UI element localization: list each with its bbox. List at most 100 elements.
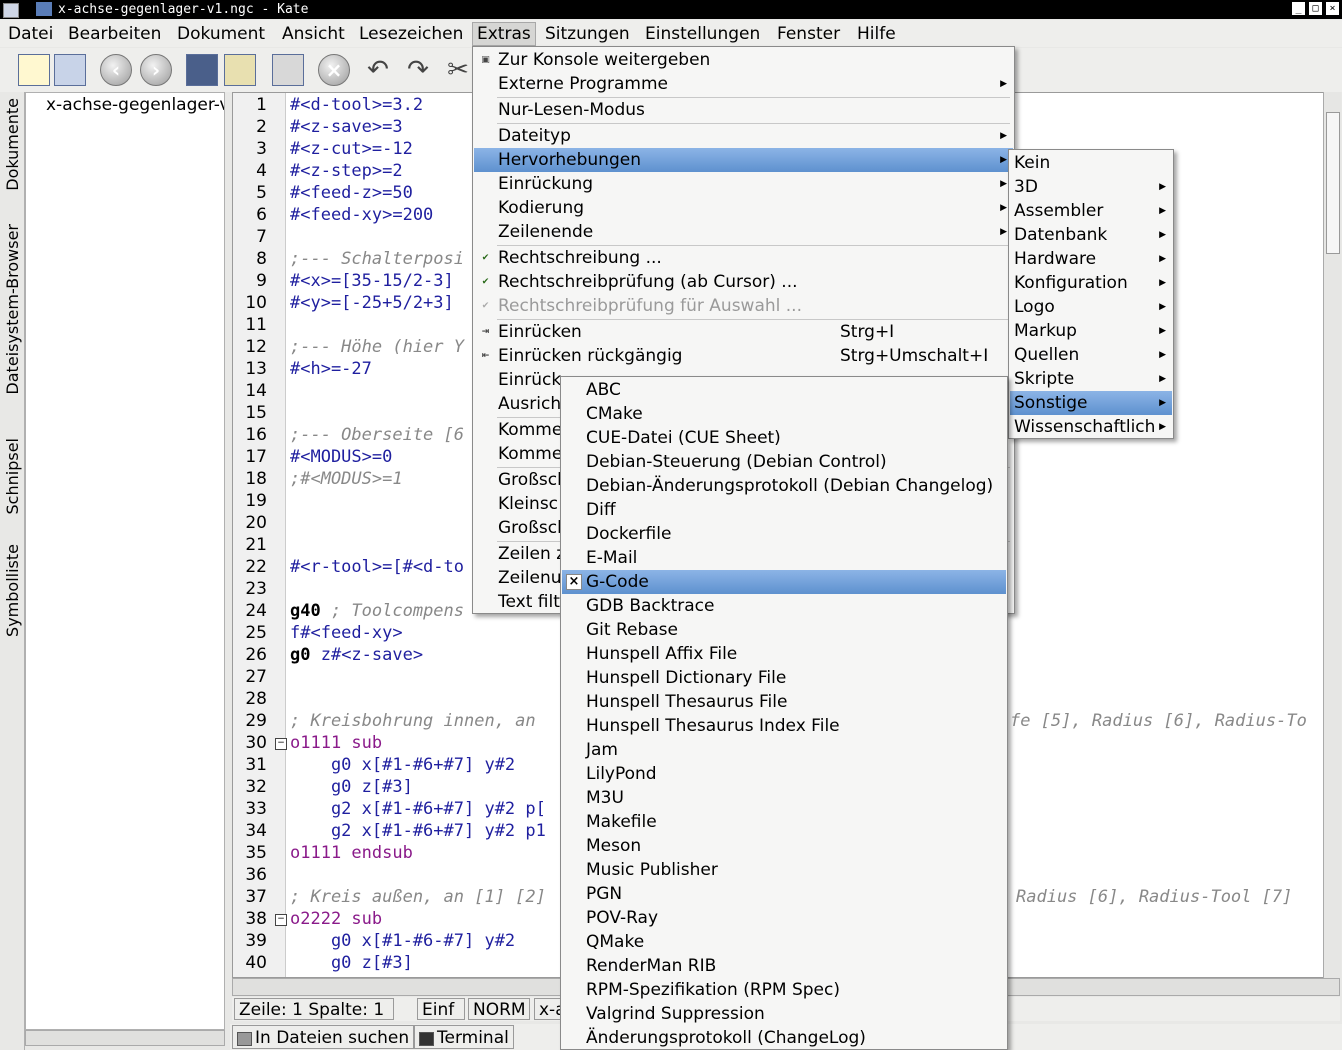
- menu-ansicht[interactable]: Ansicht: [278, 23, 349, 45]
- menu-item-einruecken-rueckgaengig[interactable]: ⇤ Einrücken rückgängig Strg+Umschalt+I: [474, 344, 1013, 368]
- menu-item-skripte[interactable]: Skripte ▶: [1010, 367, 1172, 391]
- menu-item-valgrind[interactable]: Valgrind Suppression: [562, 1002, 1006, 1026]
- menu-item-gdb-backtrace[interactable]: GDB Backtrace: [562, 594, 1006, 618]
- menu-item-sonstige[interactable]: Sonstige ▶: [1010, 391, 1172, 415]
- line-number-gutter: 1 2 3 4 5 6 7 8 9 10 11 12 13 14 15 16 1…: [233, 93, 287, 977]
- menu-sitzungen[interactable]: Sitzungen: [541, 23, 634, 45]
- menu-item-nur-lesen-modus[interactable]: Nur-Lesen-Modus: [474, 98, 1013, 122]
- menu-item-logo[interactable]: Logo ▶: [1010, 295, 1172, 319]
- menu-item-lilypond[interactable]: LilyPond: [562, 762, 1006, 786]
- menu-item-renderman-rib[interactable]: RenderMan RIB: [562, 954, 1006, 978]
- menu-item-rechtschreibung[interactable]: ✔ Rechtschreibung ...: [474, 246, 1013, 270]
- menu-item-music-publisher[interactable]: Music Publisher: [562, 858, 1006, 882]
- menu-item-jam[interactable]: Jam: [562, 738, 1006, 762]
- tab-dokumente[interactable]: Dokumente: [3, 98, 22, 191]
- scrollbar-thumb[interactable]: [1326, 112, 1340, 254]
- menu-item-qmake[interactable]: QMake: [562, 930, 1006, 954]
- menu-item-changelog[interactable]: Änderungsprotokoll (ChangeLog): [562, 1026, 1006, 1050]
- menu-item-cmake[interactable]: CMake: [562, 402, 1006, 426]
- code-line: g0 x[#1-#6-#7] y#2: [290, 931, 516, 951]
- title-bar: x-achse-gegenlager-v1.ngc - Kate _ □ ×: [0, 0, 1342, 19]
- print-icon[interactable]: [272, 54, 304, 86]
- menu-item-m3u[interactable]: M3U: [562, 786, 1006, 810]
- menu-item-kodierung[interactable]: Kodierung ▶: [474, 196, 1013, 220]
- back-arrow-icon[interactable]: ‹: [100, 54, 132, 86]
- tab-in-dateien-suchen[interactable]: In Dateien suchen: [232, 1025, 415, 1049]
- forward-arrow-icon[interactable]: ›: [140, 54, 172, 86]
- menu-item-zur-konsole[interactable]: ▣ Zur Konsole weitergeben: [474, 48, 1013, 72]
- save-icon[interactable]: [186, 54, 218, 86]
- menu-item-zeilenende[interactable]: Zeilenende ▶: [474, 220, 1013, 244]
- menu-item-debian-changelog[interactable]: Debian-Änderungsprotokoll (Debian Change…: [562, 474, 1006, 498]
- menu-item-hunspell-dictionary[interactable]: Hunspell Dictionary File: [562, 666, 1006, 690]
- code-line: g0 z[#3]: [290, 953, 413, 973]
- menu-item-cue[interactable]: CUE-Datei (CUE Sheet): [562, 426, 1006, 450]
- menu-hilfe[interactable]: Hilfe: [853, 23, 900, 45]
- menu-fenster[interactable]: Fenster: [773, 23, 844, 45]
- save-as-icon[interactable]: [224, 54, 256, 86]
- tab-schnipsel[interactable]: Schnipsel: [3, 438, 22, 514]
- maximize-icon[interactable]: □: [1309, 2, 1322, 15]
- menu-bearbeiten[interactable]: Bearbeiten: [64, 23, 165, 45]
- close-document-icon[interactable]: ×: [318, 54, 350, 86]
- menu-item-kein[interactable]: Kein: [1010, 151, 1172, 175]
- menu-item-diff[interactable]: Diff: [562, 498, 1006, 522]
- minimize-icon[interactable]: _: [1292, 2, 1305, 15]
- menu-item-externe-programme[interactable]: Externe Programme ▶: [474, 72, 1013, 96]
- menu-item-makefile[interactable]: Makefile: [562, 810, 1006, 834]
- tab-terminal[interactable]: Terminal: [414, 1025, 514, 1049]
- insert-mode[interactable]: Einf: [417, 998, 465, 1020]
- input-mode[interactable]: NORM: [468, 998, 530, 1020]
- menu-item-wissenschaftlich[interactable]: Wissenschaftlich ▶: [1010, 415, 1172, 439]
- open-folder-icon[interactable]: [54, 54, 86, 86]
- menu-item-einruecken[interactable]: ⇥ Einrücken Strg+I: [474, 320, 1013, 344]
- menu-item-quellen[interactable]: Quellen ▶: [1010, 343, 1172, 367]
- close-icon[interactable]: ×: [1326, 2, 1339, 15]
- menu-item-hunspell-affix[interactable]: Hunspell Affix File: [562, 642, 1006, 666]
- undo-icon[interactable]: ↶: [362, 54, 394, 86]
- new-document-icon[interactable]: [18, 54, 50, 86]
- fold-toggle-icon[interactable]: −: [275, 914, 287, 926]
- fold-toggle-icon[interactable]: −: [275, 738, 287, 750]
- menu-item-g-code[interactable]: × G-Code: [562, 570, 1006, 594]
- menu-item-hunspell-thesaurus[interactable]: Hunspell Thesaurus File: [562, 690, 1006, 714]
- tab-symbolliste[interactable]: Symbolliste: [3, 544, 22, 637]
- menu-item-konfiguration[interactable]: Konfiguration ▶: [1010, 271, 1172, 295]
- menu-item-hervorhebungen[interactable]: Hervorhebungen ▶: [474, 148, 1013, 172]
- menu-item-assembler[interactable]: Assembler ▶: [1010, 199, 1172, 223]
- menu-item-dockerfile[interactable]: Dockerfile: [562, 522, 1006, 546]
- menu-item-debian-control[interactable]: Debian-Steuerung (Debian Control): [562, 450, 1006, 474]
- code-line: fe [5], Radius [6], Radius-To: [1010, 711, 1307, 731]
- menu-datei[interactable]: Datei: [4, 23, 57, 45]
- menu-item-git-rebase[interactable]: Git Rebase: [562, 618, 1006, 642]
- menu-lesezeichen[interactable]: Lesezeichen: [355, 23, 467, 45]
- menu-item-pov-ray[interactable]: POV-Ray: [562, 906, 1006, 930]
- menu-item-hardware[interactable]: Hardware ▶: [1010, 247, 1172, 271]
- code-line: #<feed-xy>=200: [290, 205, 434, 225]
- menu-item-pgn[interactable]: PGN: [562, 882, 1006, 906]
- menu-einstellungen[interactable]: Einstellungen: [641, 23, 764, 45]
- menu-item-hunspell-thesaurus-index[interactable]: Hunspell Thesaurus Index File: [562, 714, 1006, 738]
- code-line: g0 z#<z-save>: [290, 645, 424, 665]
- editor-vertical-scrollbar[interactable]: [1323, 92, 1341, 978]
- menu-item-datenbank[interactable]: Datenbank ▶: [1010, 223, 1172, 247]
- menu-item-3d[interactable]: 3D ▶: [1010, 175, 1172, 199]
- menu-item-meson[interactable]: Meson: [562, 834, 1006, 858]
- menu-dokument[interactable]: Dokument: [173, 23, 269, 45]
- menu-item-markup[interactable]: Markup ▶: [1010, 319, 1172, 343]
- menu-item-einrueckung[interactable]: Einrückung ▶: [474, 172, 1013, 196]
- menu-bar: Datei Bearbeiten Dokument Ansicht Leseze…: [0, 20, 1342, 47]
- menu-item-dateityp[interactable]: Dateityp ▶: [474, 124, 1013, 148]
- highlighting-submenu: Kein 3D ▶ Assembler ▶ Datenbank ▶ Hardware ▶…: [1008, 149, 1174, 439]
- window-menu-icon[interactable]: [3, 3, 19, 18]
- menu-item-abc[interactable]: ABC: [562, 378, 1006, 402]
- redo-icon[interactable]: ↷: [402, 54, 434, 86]
- tab-dateisystem-browser[interactable]: Dateisystem-Browser: [3, 224, 22, 395]
- document-item[interactable]: x-achse-gegenlager-v: [46, 95, 224, 115]
- menu-item-email[interactable]: E-Mail: [562, 546, 1006, 570]
- document-list-scrollbar[interactable]: [25, 1030, 225, 1046]
- menu-extras[interactable]: Extras: [472, 22, 536, 46]
- menu-item-rpm-spec[interactable]: RPM-Spezifikation (RPM Spec): [562, 978, 1006, 1002]
- menu-item-rechtschreibpruefung-cursor[interactable]: ✔ Rechtschreibprüfung (ab Cursor) ...: [474, 270, 1013, 294]
- cut-icon[interactable]: ✂: [442, 54, 474, 86]
